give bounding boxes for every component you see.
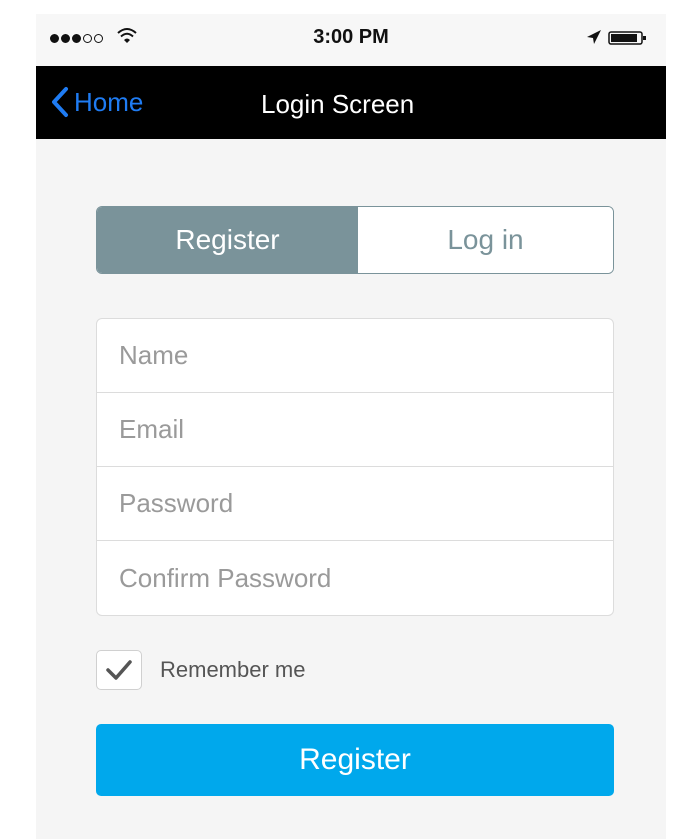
email-field-row xyxy=(97,393,613,467)
status-time: 3:00 PM xyxy=(313,26,389,48)
name-input[interactable] xyxy=(97,340,613,371)
status-bar: 3:00 PM xyxy=(36,14,666,66)
remember-me-checkbox[interactable] xyxy=(96,650,142,690)
remember-me-label: Remember me xyxy=(160,657,306,682)
registration-form xyxy=(96,318,614,616)
confirm-password-input[interactable] xyxy=(97,562,613,594)
phone-screen: 3:00 PM Home Login Screen Register Log i… xyxy=(36,14,666,839)
confirm-password-field-row xyxy=(97,541,613,615)
location-arrow-icon xyxy=(587,30,601,44)
password-field-row xyxy=(97,467,613,541)
back-button-label: Home xyxy=(74,86,144,117)
segment-register[interactable]: Register xyxy=(97,207,358,273)
segment-log-in[interactable]: Log in xyxy=(358,207,613,273)
chevron-left-icon xyxy=(52,87,68,117)
page-title: Login Screen xyxy=(261,89,415,119)
register-button[interactable]: Register xyxy=(96,724,614,796)
email-input[interactable] xyxy=(97,414,613,445)
back-button[interactable]: Home xyxy=(50,86,143,118)
remember-me-row: Remember me xyxy=(96,650,305,690)
navigation-bar: Home Login Screen xyxy=(36,66,666,139)
checkmark-icon xyxy=(106,660,132,680)
mode-segmented-control: Register Log in xyxy=(96,206,614,274)
password-input[interactable] xyxy=(97,488,613,519)
name-field-row xyxy=(97,319,613,393)
battery-icon xyxy=(608,31,646,45)
